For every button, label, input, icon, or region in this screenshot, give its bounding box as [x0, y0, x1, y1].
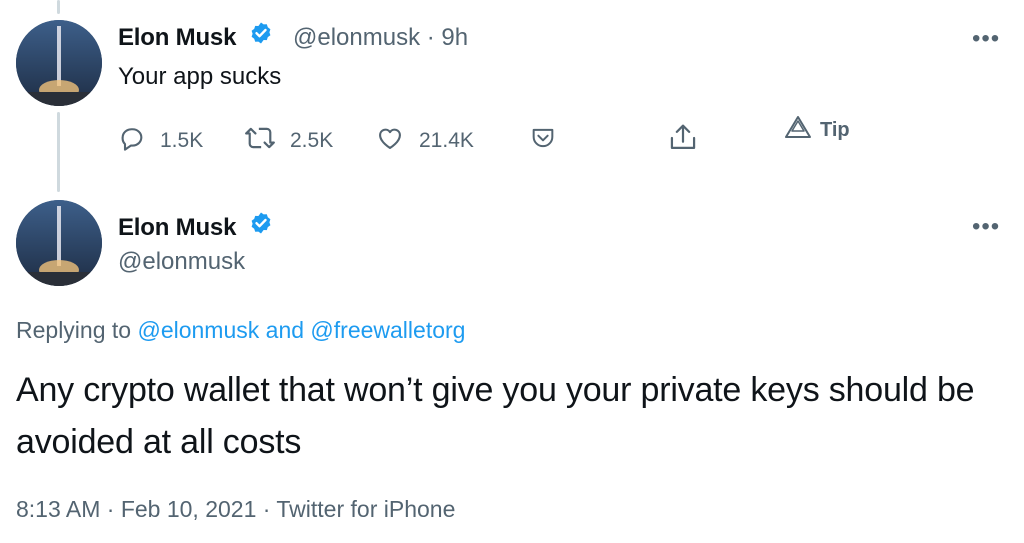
author-name[interactable]: Elon Musk	[118, 211, 273, 244]
retweet-count: 2.5K	[290, 129, 334, 152]
avatar[interactable]	[16, 20, 102, 106]
replying-and[interactable]: and	[266, 317, 304, 343]
replying-prefix: Replying to	[16, 317, 132, 343]
tweet-text: Your app sucks	[118, 63, 282, 90]
tweet-timestamp[interactable]: 8:13 AM · Feb 10, 2021 · Twitter for iPh…	[16, 496, 455, 523]
pocket-icon	[528, 124, 558, 158]
author-name[interactable]: Elon Musk	[118, 21, 273, 54]
reply-count: 1.5K	[160, 129, 204, 152]
tip-label: Tip	[820, 118, 850, 141]
replying-user-link[interactable]: @freewalletorg	[310, 317, 465, 343]
retweet-button[interactable]: 2.5K	[244, 124, 333, 158]
save-pocket-button[interactable]	[528, 124, 558, 158]
more-icon[interactable]: •••	[972, 27, 1000, 51]
author-name-text[interactable]: Elon Musk	[118, 214, 236, 241]
author-handle[interactable]: @elonmusk	[118, 248, 245, 276]
share-button[interactable]	[668, 122, 698, 160]
tip-icon	[784, 115, 812, 145]
verified-badge-icon	[249, 211, 273, 242]
thread-line-top	[57, 0, 60, 14]
author-handle[interactable]: @elonmusk	[293, 24, 420, 51]
avatar[interactable]	[16, 200, 102, 286]
reply-icon	[118, 124, 146, 158]
thread-line-connector	[57, 112, 60, 192]
separator-dot: ·	[426, 24, 435, 51]
like-button[interactable]: 21.4K	[375, 124, 474, 158]
retweet-icon	[244, 124, 276, 158]
time-ago[interactable]: 9h	[441, 24, 468, 51]
more-icon[interactable]: •••	[972, 215, 1000, 239]
tip-button[interactable]: Tip	[784, 115, 850, 145]
tweet-meta: @elonmusk · 9h	[293, 24, 468, 52]
reply-button[interactable]: 1.5K	[118, 124, 203, 158]
verified-badge-icon	[249, 21, 273, 52]
replying-to: Replying to @elonmusk and @freewalletorg	[16, 317, 465, 344]
like-count: 21.4K	[419, 129, 474, 152]
tweet-text: Any crypto wallet that won’t give you yo…	[16, 371, 975, 461]
author-name-text[interactable]: Elon Musk	[118, 24, 236, 51]
like-icon	[375, 124, 405, 158]
replying-user-link[interactable]: @elonmusk	[137, 317, 259, 343]
share-icon	[668, 122, 698, 160]
